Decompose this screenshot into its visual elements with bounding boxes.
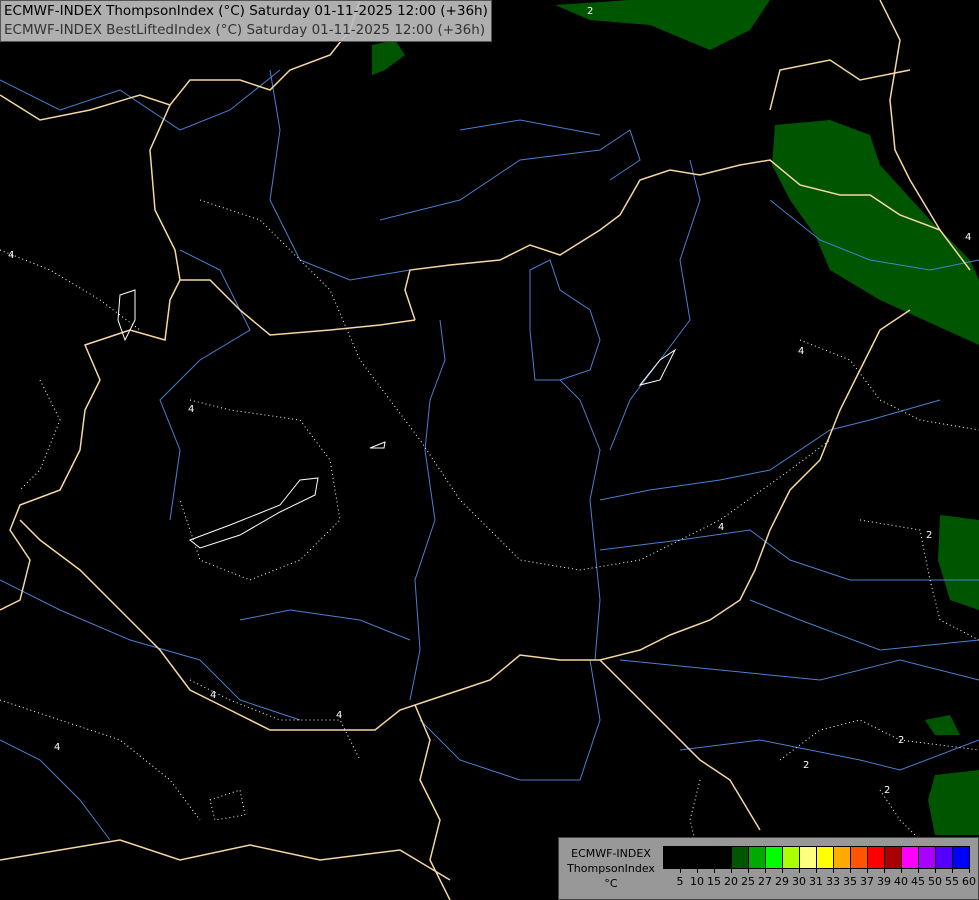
legend-swatch — [783, 847, 800, 868]
legend-source: ECMWF-INDEX — [571, 847, 651, 860]
legend-tick-label: 33 — [826, 875, 840, 888]
svg-text:2: 2 — [803, 760, 809, 771]
title-line-thompson: ECMWF-INDEX ThompsonIndex (°C) Saturday … — [4, 3, 488, 19]
legend-tick-label: 37 — [860, 875, 874, 888]
legend-tick-label: 40 — [894, 875, 908, 888]
legend-tick — [969, 868, 970, 873]
legend-label: ECMWF-INDEX ThompsonIndex °C — [563, 846, 659, 891]
svg-text:2: 2 — [898, 735, 904, 746]
legend-tick — [952, 868, 953, 873]
legend-swatch — [885, 847, 902, 868]
color-legend: ECMWF-INDEX ThompsonIndex °C 5 10 15 20 25 27… — [558, 837, 979, 900]
legend-color-bar — [663, 846, 970, 869]
legend-tick — [816, 868, 817, 873]
svg-text:2: 2 — [587, 6, 593, 17]
legend-tick — [935, 868, 936, 873]
legend-tick — [680, 868, 681, 873]
legend-swatch — [851, 847, 868, 868]
legend-swatch — [936, 847, 953, 868]
legend-swatch — [698, 847, 715, 868]
legend-tick-label: 30 — [792, 875, 806, 888]
svg-text:4: 4 — [718, 522, 724, 533]
svg-text:4: 4 — [965, 232, 971, 243]
legend-tick — [867, 868, 868, 873]
svg-text:4: 4 — [54, 742, 60, 753]
legend-tick — [782, 868, 783, 873]
legend-tick — [850, 868, 851, 873]
legend-tick-label: 20 — [724, 875, 738, 888]
legend-tick-label: 10 — [690, 875, 704, 888]
legend-tick-label: 27 — [758, 875, 772, 888]
legend-tick — [884, 868, 885, 873]
legend-tick — [833, 868, 834, 873]
legend-swatch — [766, 847, 783, 868]
thompson-index-fill — [372, 0, 979, 835]
weather-map[interactable]: 4 4 4 4 4 4 4 2 2 2 2 2 4 — [0, 0, 979, 900]
svg-text:4: 4 — [188, 404, 194, 415]
legend-tick — [799, 868, 800, 873]
legend-swatch — [868, 847, 885, 868]
title-line-lifted: ECMWF-INDEX BestLiftedIndex (°C) Saturda… — [4, 22, 486, 38]
legend-swatch — [834, 847, 851, 868]
svg-text:2: 2 — [884, 785, 890, 796]
svg-text:2: 2 — [926, 530, 932, 541]
legend-tick-label: 39 — [877, 875, 891, 888]
best-lifted-index-solid — [117, 289, 677, 549]
svg-text:4: 4 — [336, 710, 342, 721]
legend-swatch — [715, 847, 732, 868]
map-title: ECMWF-INDEX ThompsonIndex (°C) Saturday … — [0, 0, 492, 42]
svg-text:4: 4 — [210, 690, 216, 701]
legend-tick-label: 50 — [928, 875, 942, 888]
legend-ticks: 5 10 15 20 25 27 29 30 31 33 35 37 39 40 45 50 55 60 — [663, 868, 976, 898]
legend-tick-label: 35 — [843, 875, 857, 888]
legend-tick-label: 55 — [945, 875, 959, 888]
legend-unit: °C — [604, 877, 618, 890]
legend-tick-label: 25 — [741, 875, 755, 888]
lifted-index-contours — [0, 199, 979, 861]
svg-text:4: 4 — [798, 346, 804, 357]
legend-tick — [697, 868, 698, 873]
svg-text:4: 4 — [8, 250, 14, 261]
legend-tick-label: 15 — [707, 875, 721, 888]
legend-swatch — [681, 847, 698, 868]
legend-tick — [765, 868, 766, 873]
legend-swatch — [732, 847, 749, 868]
legend-tick — [901, 868, 902, 873]
legend-swatch — [902, 847, 919, 868]
legend-tick — [714, 868, 715, 873]
legend-tick-label: 29 — [775, 875, 789, 888]
legend-tick — [748, 868, 749, 873]
legend-tick — [731, 868, 732, 873]
legend-tick-label: 31 — [809, 875, 823, 888]
legend-swatch — [953, 847, 969, 868]
legend-tick-label: 45 — [911, 875, 925, 888]
legend-variable: ThompsonIndex — [567, 862, 655, 875]
legend-tick-label: 5 — [676, 875, 684, 888]
legend-swatch — [749, 847, 766, 868]
legend-tick-label: 60 — [962, 875, 976, 888]
legend-swatch — [800, 847, 817, 868]
legend-tick — [918, 868, 919, 873]
legend-swatch — [919, 847, 936, 868]
legend-swatch — [664, 847, 681, 868]
legend-swatch — [817, 847, 834, 868]
